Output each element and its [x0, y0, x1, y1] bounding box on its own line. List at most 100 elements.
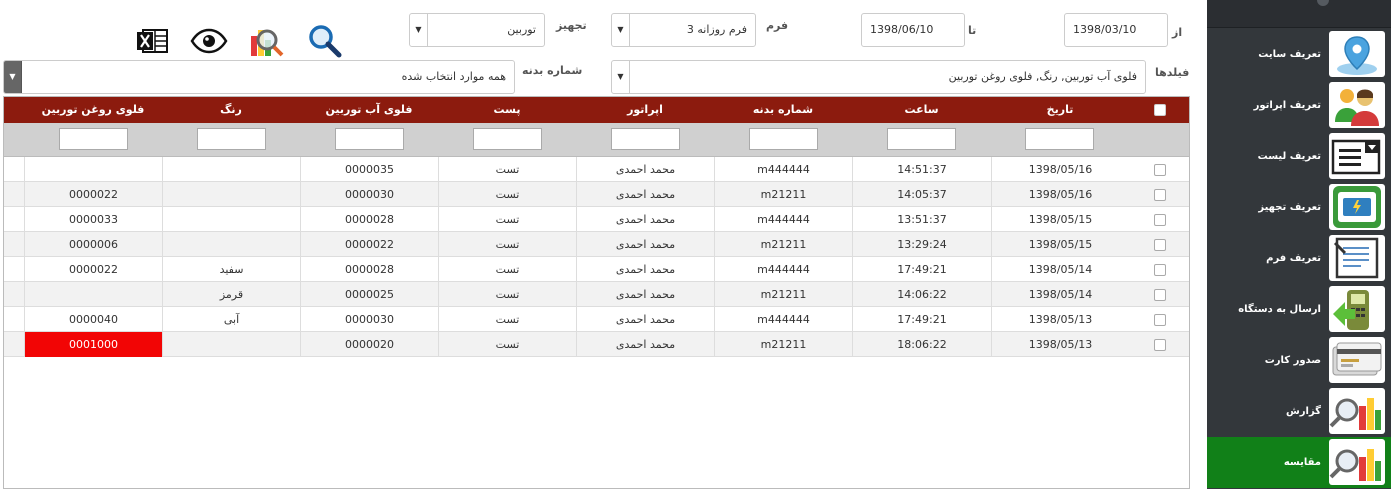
to-date-label: تا	[968, 24, 977, 37]
select-all-checkbox[interactable]	[1154, 104, 1166, 116]
cell-color	[162, 332, 300, 357]
chart-search-icon[interactable]	[247, 22, 287, 60]
filter-color-input[interactable]	[197, 128, 266, 150]
column-header-operator[interactable]: اپراتور	[576, 97, 714, 123]
row-checkbox[interactable]	[1154, 314, 1166, 326]
filter-post-input[interactable]	[473, 128, 542, 150]
cell-date: 1398/05/14	[991, 257, 1129, 282]
sidebar-item-send-device[interactable]: ارسال به دستگاه	[1207, 284, 1391, 335]
sidebar-item-compare[interactable]: مقایسه	[1207, 437, 1391, 488]
cell-oil-flow: 0000006	[24, 232, 162, 257]
cell-water-flow: 0000030	[300, 182, 438, 207]
cell-time: 14:51:37	[852, 157, 991, 182]
row-checkbox[interactable]	[1154, 289, 1166, 301]
sidebar-item-report[interactable]: گزارش	[1207, 386, 1391, 437]
sidebar-item-label: گزارش	[1285, 406, 1321, 417]
cell-date: 1398/05/13	[991, 307, 1129, 332]
table-row[interactable]: 1398/05/13 17:49:21 m444444 محمد احمدی تست 00…	[4, 307, 1189, 332]
cell-operator: محمد احمدی	[576, 207, 714, 232]
cell-post: تست	[438, 157, 576, 182]
filter-time-input[interactable]	[887, 128, 956, 150]
column-header-date[interactable]: تاریخ	[991, 97, 1129, 123]
cell-operator: محمد احمدی	[576, 307, 714, 332]
cell-body-number: m21211	[714, 182, 852, 207]
cell-time: 14:05:37	[852, 182, 991, 207]
row-checkbox[interactable]	[1154, 339, 1166, 351]
filter-operator-input[interactable]	[611, 128, 680, 150]
table-row[interactable]: 1398/05/16 14:05:37 m21211 محمد احمدی تست 000…	[4, 182, 1189, 207]
cell-date: 1398/05/15	[991, 232, 1129, 257]
to-date-input[interactable]: 1398/06/10	[861, 13, 965, 47]
equipment-label: تجهیز	[556, 19, 587, 32]
filter-date-input[interactable]	[1025, 128, 1094, 150]
table-row[interactable]: 1398/05/14 17:49:21 m444444 محمد احمدی تست 00…	[4, 257, 1189, 282]
table-row[interactable]: 1398/05/13 18:06:22 m21211 محمد احمدی تست 000…	[4, 332, 1189, 357]
cell-oil-flow: 0000022	[24, 257, 162, 282]
search-icon[interactable]	[305, 22, 345, 60]
row-checkbox[interactable]	[1154, 214, 1166, 226]
cell-post: تست	[438, 207, 576, 232]
grid-header: تاریخ ساعت شماره بدنه اپراتور پست فلوی آ…	[4, 97, 1189, 123]
body-number-multiselect[interactable]: ▼ همه موارد انتخاب شده	[3, 60, 515, 94]
body-number-label: شماره بدنه	[522, 64, 583, 77]
cell-body-number: m21211	[714, 232, 852, 257]
sidebar-item-equipment[interactable]: تعریف تجهیز	[1207, 182, 1391, 233]
sidebar-item-operator[interactable]: تعریف اپراتور	[1207, 80, 1391, 131]
excel-export-icon[interactable]	[133, 22, 173, 60]
row-checkbox[interactable]	[1154, 164, 1166, 176]
cell-oil-flow	[24, 157, 162, 182]
generator-icon	[1329, 184, 1385, 230]
column-header-time[interactable]: ساعت	[852, 97, 991, 123]
sidebar-item-list[interactable]: تعریف لیست	[1207, 131, 1391, 182]
row-checkbox[interactable]	[1154, 264, 1166, 276]
table-row[interactable]: 1398/05/15 13:29:24 m21211 محمد احمدی تست 000…	[4, 232, 1189, 257]
cell-date: 1398/05/15	[991, 207, 1129, 232]
table-row[interactable]: 1398/05/14 14:06:22 m21211 محمد احمدی تست 000…	[4, 282, 1189, 307]
user-avatar-icon[interactable]	[1317, 0, 1329, 6]
cell-time: 13:51:37	[852, 207, 991, 232]
column-header-oil-flow[interactable]: فلوی روغن توربین	[24, 97, 162, 123]
form-select[interactable]: ▼ فرم روزانه 3	[611, 13, 756, 47]
sidebar-header	[1207, 0, 1391, 28]
table-row[interactable]: 1398/05/15 13:51:37 m444444 محمد احمدی تست 00…	[4, 207, 1189, 232]
filter-water-flow-input[interactable]	[335, 128, 404, 150]
sidebar-item-issue-card[interactable]: صدور کارت	[1207, 335, 1391, 386]
filter-body-number-input[interactable]	[749, 128, 818, 150]
data-grid: تاریخ ساعت شماره بدنه اپراتور پست فلوی آ…	[3, 96, 1190, 489]
cell-water-flow: 0000035	[300, 157, 438, 182]
cell-oil-flow: 0000022	[24, 182, 162, 207]
cell-oil-flow: 0001000	[24, 332, 162, 357]
sidebar-item-label: تعریف فرم	[1266, 253, 1321, 264]
cell-body-number: m21211	[714, 332, 852, 357]
fields-multiselect[interactable]: ▼ فلوی آب توربین, رنگ, فلوی روغن توربین	[611, 60, 1146, 94]
cell-time: 17:49:21	[852, 257, 991, 282]
cell-operator: محمد احمدی	[576, 257, 714, 282]
sidebar-item-form[interactable]: تعریف فرم	[1207, 233, 1391, 284]
row-checkbox[interactable]	[1154, 239, 1166, 251]
eye-icon[interactable]	[189, 22, 229, 60]
column-header-color[interactable]: رنگ	[162, 97, 300, 123]
cell-operator: محمد احمدی	[576, 182, 714, 207]
cell-operator: محمد احمدی	[576, 332, 714, 357]
from-date-input[interactable]: 1398/03/10	[1064, 13, 1168, 47]
row-checkbox[interactable]	[1154, 189, 1166, 201]
chevron-down-icon: ▼	[4, 61, 22, 93]
cell-oil-flow: 0000033	[24, 207, 162, 232]
equipment-select-value: توربین	[507, 23, 536, 36]
column-header-post[interactable]: پست	[438, 97, 576, 123]
cell-color	[162, 207, 300, 232]
body-number-multiselect-value: همه موارد انتخاب شده	[401, 70, 506, 83]
chevron-down-icon: ▼	[612, 14, 630, 46]
cell-oil-flow	[24, 282, 162, 307]
equipment-select[interactable]: ▼ توربین	[409, 13, 545, 47]
cell-body-number: m21211	[714, 282, 852, 307]
cell-body-number: m444444	[714, 257, 852, 282]
column-header-water-flow[interactable]: فلوی آب توربین	[300, 97, 438, 123]
map-pin-icon	[1329, 31, 1385, 77]
filter-oil-flow-input[interactable]	[59, 128, 128, 150]
sidebar-item-site[interactable]: تعریف سایت	[1207, 29, 1391, 80]
table-row[interactable]: 1398/05/16 14:51:37 m444444 محمد احمدی تست 00…	[4, 157, 1189, 182]
column-header-body-number[interactable]: شماره بدنه	[714, 97, 852, 123]
fields-multiselect-value: فلوی آب توربین, رنگ, فلوی روغن توربین	[948, 70, 1137, 83]
cell-water-flow: 0000028	[300, 207, 438, 232]
